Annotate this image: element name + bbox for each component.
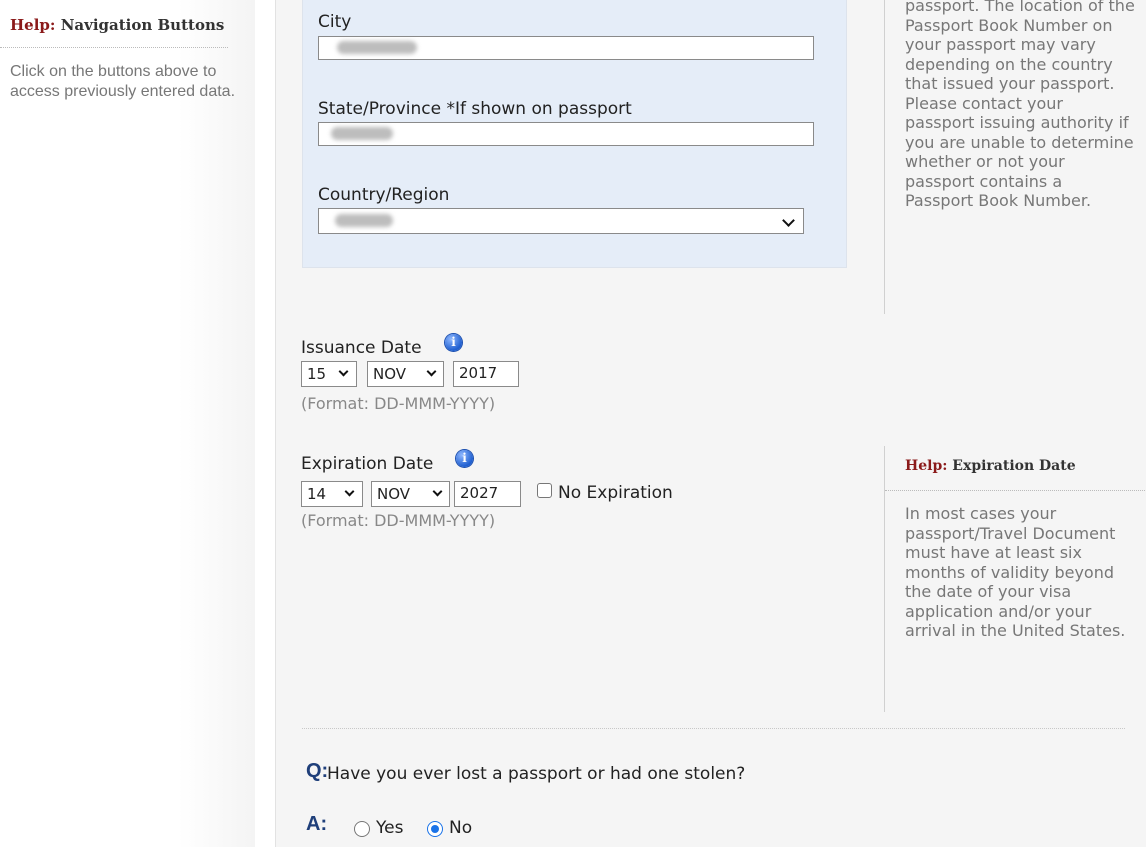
- chevron-down-icon: [432, 486, 443, 497]
- radio-no[interactable]: [427, 821, 443, 837]
- country-region-select[interactable]: [318, 208, 804, 234]
- chevron-down-icon: [338, 366, 349, 377]
- expiration-day-value: 14: [307, 485, 327, 503]
- question-letter: Q:: [306, 760, 329, 782]
- help-title-text: Navigation Buttons: [60, 16, 225, 34]
- right-help-title: Help: Expiration Date: [905, 458, 1076, 474]
- chevron-down-icon: [782, 214, 795, 227]
- divider: [885, 490, 1146, 491]
- issuance-month-select[interactable]: NOV: [367, 361, 444, 387]
- help-prefix: Help:: [905, 458, 948, 474]
- city-label: City: [318, 12, 352, 32]
- expiration-format-hint: (Format: DD-MMM-YYYY): [301, 511, 496, 530]
- radio-no-label[interactable]: No: [449, 818, 472, 838]
- chevron-down-icon: [344, 486, 355, 497]
- answer-letter: A:: [306, 813, 328, 835]
- issuance-month-value: NOV: [373, 365, 407, 383]
- right-help-body: passport. The location of the Passport B…: [905, 0, 1135, 210]
- divider: [0, 47, 228, 48]
- expiration-month-value: NOV: [377, 485, 411, 503]
- no-expiration-label[interactable]: No Expiration: [558, 483, 673, 503]
- issuance-day-select[interactable]: 15: [301, 361, 357, 387]
- radio-yes[interactable]: [354, 821, 370, 837]
- right-help-panel-expiration: Help: Expiration Date In most cases your…: [884, 446, 1146, 712]
- question-text: Have you ever lost a passport or had one…: [327, 764, 746, 784]
- chevron-down-icon: [426, 366, 437, 377]
- redacted-value: [331, 127, 393, 140]
- info-icon[interactable]: i: [445, 334, 462, 351]
- no-expiration-checkbox[interactable]: [537, 483, 552, 498]
- country-region-label: Country/Region: [318, 185, 450, 205]
- divider: [302, 728, 1125, 729]
- issuance-format-hint: (Format: DD-MMM-YYYY): [301, 394, 496, 413]
- expiration-year-input[interactable]: 2027: [454, 481, 521, 507]
- state-province-label: State/Province *If shown on passport: [318, 99, 632, 119]
- redacted-value: [337, 41, 417, 54]
- expiration-date-label: Expiration Date: [301, 454, 434, 474]
- expiration-month-select[interactable]: NOV: [371, 481, 450, 507]
- issuance-date-label: Issuance Date: [301, 338, 422, 358]
- help-prefix: Help:: [10, 16, 56, 34]
- redacted-value: [335, 214, 393, 227]
- expiration-day-select[interactable]: 14: [301, 481, 363, 507]
- info-icon[interactable]: i: [456, 450, 473, 467]
- issuance-year-input[interactable]: 2017: [453, 361, 519, 387]
- right-help-body: In most cases your passport/Travel Docum…: [905, 504, 1126, 640]
- issuance-day-value: 15: [307, 365, 327, 383]
- radio-yes-label[interactable]: Yes: [376, 818, 403, 838]
- left-help-title: Help: Navigation Buttons: [10, 16, 224, 34]
- left-help-body: Click on the buttons above to access pre…: [10, 63, 236, 100]
- help-title-text: Expiration Date: [952, 458, 1076, 474]
- city-input[interactable]: [318, 36, 814, 60]
- right-help-panel-passport-number: passport. The location of the Passport B…: [884, 0, 1146, 314]
- left-sidebar: Help: Navigation Buttons Click on the bu…: [0, 0, 255, 847]
- state-province-input[interactable]: [318, 122, 814, 146]
